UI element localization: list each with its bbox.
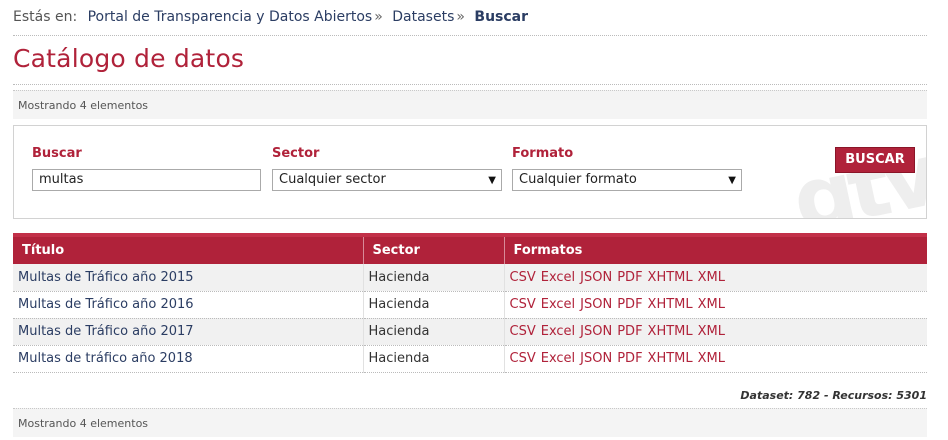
format-link-xml[interactable]: XML	[698, 270, 725, 285]
breadcrumb-prefix: Estás en:	[13, 9, 78, 25]
formato-label: Formato	[512, 146, 574, 161]
result-count-text: Mostrando 4 elementos	[18, 417, 149, 430]
column-header-titulo[interactable]: Título	[13, 233, 364, 264]
results-table: Título Sector Formatos Multas de Tráfico…	[13, 233, 927, 373]
format-links: CSV Excel JSON PDF XHTML XML	[510, 297, 731, 312]
breadcrumb-link-portal[interactable]: Portal de Transparencia y Datos Abiertos	[88, 9, 373, 25]
column-header-sector[interactable]: Sector	[363, 233, 505, 264]
format-link-pdf[interactable]: PDF	[617, 351, 642, 366]
buscar-label: Buscar	[32, 146, 82, 161]
format-link-csv[interactable]: CSV	[510, 270, 536, 285]
watermark-logo: gtv	[784, 126, 926, 218]
dataset-sector: Hacienda	[363, 291, 505, 319]
sector-label: Sector	[272, 146, 320, 161]
format-link-csv[interactable]: CSV	[510, 351, 536, 366]
formato-select[interactable]: Cualquier formato ▼	[512, 169, 742, 191]
table-row: Multas de Tráfico año 2016 Hacienda CSV E…	[13, 291, 927, 319]
format-link-pdf[interactable]: PDF	[617, 297, 642, 312]
dataset-title-link[interactable]: Multas de Tráfico año 2015	[18, 270, 194, 285]
dataset-title-link[interactable]: Multas de tráfico año 2018	[18, 351, 193, 366]
catalog-stats: Dataset: 782 - Recursos: 5301	[740, 389, 927, 402]
format-link-csv[interactable]: CSV	[510, 297, 536, 312]
dataset-sector: Hacienda	[363, 345, 505, 373]
divider	[13, 35, 927, 36]
format-link-xml[interactable]: XML	[698, 351, 725, 366]
breadcrumb-current: Buscar	[474, 9, 529, 25]
dropdown-arrow-icon: ▼	[728, 175, 736, 186]
divider	[13, 84, 927, 85]
format-link-xhtml[interactable]: XHTML	[648, 297, 693, 312]
table-row: Multas de Tráfico año 2015 Hacienda CSV E…	[13, 264, 927, 292]
format-link-excel[interactable]: Excel	[541, 297, 575, 312]
format-link-csv[interactable]: CSV	[510, 324, 536, 339]
table-row: Multas de Tráfico año 2017 Hacienda CSV E…	[13, 318, 927, 346]
dataset-title-link[interactable]: Multas de Tráfico año 2017	[18, 324, 194, 339]
format-link-excel[interactable]: Excel	[541, 324, 575, 339]
sector-select[interactable]: Cualquier sector ▼	[272, 169, 502, 191]
dataset-title-link[interactable]: Multas de Tráfico año 2016	[18, 297, 194, 312]
format-link-xhtml[interactable]: XHTML	[648, 351, 693, 366]
formato-select-value: Cualquier formato	[519, 172, 637, 187]
result-count-bottom: Mostrando 4 elementos	[13, 408, 927, 437]
dataset-sector: Hacienda	[363, 318, 505, 346]
page-title: Catálogo de datos	[13, 44, 245, 73]
column-header-formatos[interactable]: Formatos	[504, 233, 927, 264]
format-link-xhtml[interactable]: XHTML	[648, 270, 693, 285]
dataset-sector: Hacienda	[363, 264, 505, 292]
format-links: CSV Excel JSON PDF XHTML XML	[510, 324, 731, 339]
table-header-row: Título Sector Formatos	[13, 233, 927, 264]
format-link-json[interactable]: JSON	[580, 351, 612, 366]
format-link-xml[interactable]: XML	[698, 297, 725, 312]
format-link-xml[interactable]: XML	[698, 324, 725, 339]
search-button[interactable]: BUSCAR	[835, 147, 915, 173]
search-panel: gtv Buscar multas Sector Cualquier secto…	[13, 125, 927, 219]
breadcrumb: Estás en: Portal de Transparencia y Dato…	[13, 9, 528, 25]
format-link-pdf[interactable]: PDF	[617, 324, 642, 339]
format-link-pdf[interactable]: PDF	[617, 270, 642, 285]
search-input[interactable]: multas	[32, 169, 261, 191]
format-link-excel[interactable]: Excel	[541, 351, 575, 366]
breadcrumb-separator: »	[374, 9, 383, 25]
dropdown-arrow-icon: ▼	[488, 175, 496, 186]
breadcrumb-separator: »	[456, 9, 465, 25]
format-links: CSV Excel JSON PDF XHTML XML	[510, 270, 731, 285]
result-count-text: Mostrando 4 elementos	[18, 99, 149, 112]
result-count-top: Mostrando 4 elementos	[13, 90, 927, 119]
format-link-excel[interactable]: Excel	[541, 270, 575, 285]
format-link-xhtml[interactable]: XHTML	[648, 324, 693, 339]
sector-select-value: Cualquier sector	[279, 172, 386, 187]
format-links: CSV Excel JSON PDF XHTML XML	[510, 351, 731, 366]
format-link-json[interactable]: JSON	[580, 297, 612, 312]
breadcrumb-link-datasets[interactable]: Datasets	[392, 9, 454, 25]
table-row: Multas de tráfico año 2018 Hacienda CSV E…	[13, 345, 927, 373]
format-link-json[interactable]: JSON	[580, 270, 612, 285]
format-link-json[interactable]: JSON	[580, 324, 612, 339]
